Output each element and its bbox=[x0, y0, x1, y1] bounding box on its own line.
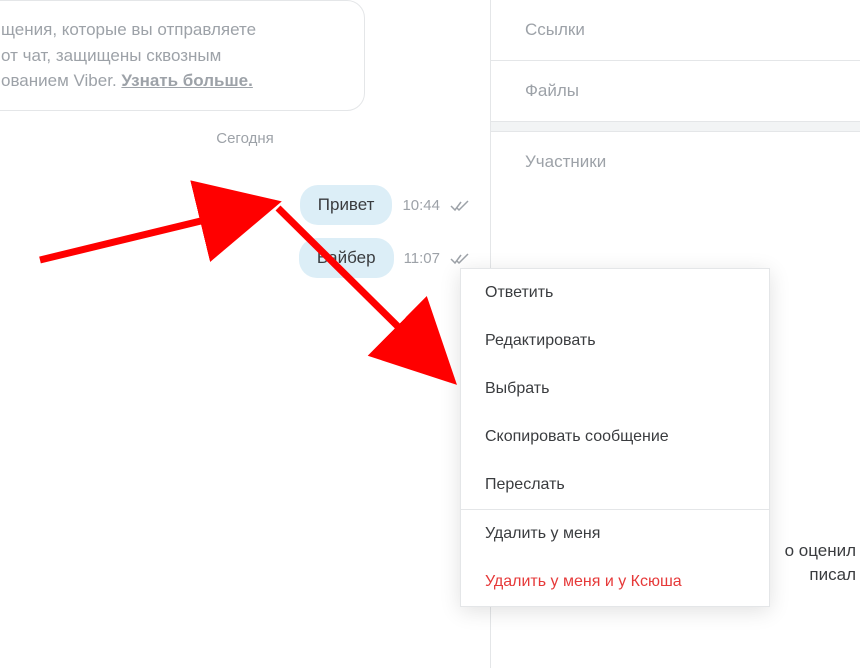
sidebar-divider bbox=[491, 122, 860, 132]
encryption-text-2: от чат, защищены сквозным bbox=[1, 46, 221, 65]
sidebar-members[interactable]: Участники bbox=[491, 132, 860, 192]
sidebar-links[interactable]: Ссылки bbox=[491, 0, 860, 61]
message-time: 11:07 bbox=[404, 250, 440, 267]
menu-copy[interactable]: Скопировать сообщение bbox=[461, 413, 769, 461]
learn-more-link[interactable]: Узнать больше. bbox=[121, 71, 252, 90]
double-check-icon bbox=[450, 199, 470, 211]
date-divider: Сегодня bbox=[0, 130, 490, 147]
menu-select[interactable]: Выбрать bbox=[461, 365, 769, 413]
context-menu: Ответить Редактировать Выбрать Скопирова… bbox=[460, 268, 770, 607]
menu-delete-both[interactable]: Удалить у меня и у Ксюша bbox=[461, 558, 769, 606]
menu-edit[interactable]: Редактировать bbox=[461, 317, 769, 365]
menu-delete-me[interactable]: Удалить у меня bbox=[461, 510, 769, 558]
encryption-notice: щения, которые вы отправляете от чат, за… bbox=[0, 0, 365, 111]
encryption-text-1: щения, которые вы отправляете bbox=[1, 20, 256, 39]
menu-forward[interactable]: Переслать bbox=[461, 461, 769, 509]
message-bubble[interactable]: Привет bbox=[300, 185, 393, 225]
message-row: Вайбер 11:07 bbox=[299, 238, 470, 278]
behind-text-2: писал bbox=[809, 565, 856, 585]
double-check-icon bbox=[450, 252, 470, 264]
menu-reply[interactable]: Ответить bbox=[461, 269, 769, 317]
encryption-text-3: ованием Viber. bbox=[1, 71, 121, 90]
sidebar-files[interactable]: Файлы bbox=[491, 61, 860, 122]
chat-area: щения, которые вы отправляете от чат, за… bbox=[0, 0, 490, 668]
message-bubble[interactable]: Вайбер bbox=[299, 238, 394, 278]
behind-text-1: о оценил bbox=[785, 541, 856, 561]
message-row: Привет 10:44 bbox=[300, 185, 470, 225]
message-time: 10:44 bbox=[402, 197, 440, 214]
